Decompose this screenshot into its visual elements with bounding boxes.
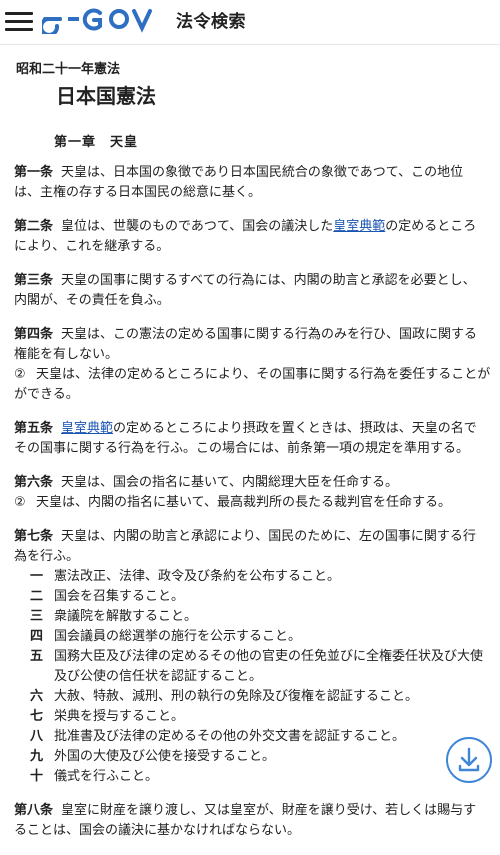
article-text: は、主権の存する日本国民の総意に基く。: [14, 185, 262, 200]
item-text: 国会議員の総選挙の施行を公示すること。: [54, 629, 302, 644]
article-text: 内閣が、その責任を負ふ。: [14, 293, 170, 308]
site-title: 法令検索: [176, 12, 246, 32]
article-number: 第二条: [14, 219, 54, 234]
article-1: 第一条 天皇は、日本国の象徴であり日本国民統合の象徴であつて、この地位 は、主権の…: [14, 163, 494, 203]
article-number: 第三条: [14, 273, 54, 288]
download-icon: [458, 747, 480, 772]
chapter-title: 第一章 天皇: [54, 135, 139, 150]
paragraph-text: 天皇は、法律の定めるところにより、その国事に関する行為を委任することが: [36, 367, 491, 382]
paragraph-text: ができる。: [14, 387, 79, 402]
article-number: 第四条: [14, 327, 54, 342]
article-7: 第七条 天皇は、内閣の助言と承認により、国民のために、左の国事に関する行 為を行ふ…: [14, 527, 494, 787]
article-number: 第五条: [14, 421, 54, 436]
imperial-house-law-link[interactable]: 皇室典範: [333, 219, 385, 234]
item-number: 八: [30, 729, 44, 744]
article-text: 天皇は、内閣の助言と承認により、国民のために、左の国事に関する行: [61, 529, 476, 544]
item-text: 批准書及び法律の定めるその他の外交文書を認証すること。: [54, 729, 406, 744]
hamburger-menu-icon[interactable]: [5, 9, 33, 35]
egov-logo[interactable]: [42, 4, 172, 34]
article-text: により、これを継承する。: [14, 239, 170, 254]
item-text: 国会を召集すること。: [54, 589, 185, 604]
item-number: 四: [30, 629, 44, 644]
item-text-line: 国務大臣及び法律の定めるその他の官吏の任免並びに全権委任状及び大使: [54, 649, 484, 664]
article-text: その国事に関する行為を行ふ。この場合には、前条第一項の規定を準用する。: [14, 441, 470, 456]
article-number: 第六条: [14, 475, 54, 490]
paragraph-2: ② 天皇は、内閣の指名に基いて、最高裁判所の長たる裁判官を任命する。: [14, 493, 494, 513]
article-text: 天皇は、国会の指名に基いて、内閣総理大臣を任命する。: [61, 475, 398, 490]
item-text: 外国の大使及び公使を接受すること。: [54, 749, 276, 764]
paragraph-text: 天皇は、内閣の指名に基いて、最高裁判所の長たる裁判官を任命する。: [36, 495, 451, 510]
article-text: 天皇は、この憲法の定める国事に関する行為のみを行ひ、国政に関する: [61, 327, 478, 342]
item-text: 国務大臣及び法律の定めるその他の官吏の任免並びに全権委任状及び大使 及び公使の信任…: [54, 647, 494, 687]
item-number: 一: [30, 569, 44, 584]
article-2: 第二条 皇位は、世襲のものであつて、国会の議決した皇室典範の定めるところ により、…: [14, 217, 494, 257]
item-number: 六: [30, 689, 44, 704]
item-number: 五: [30, 649, 44, 664]
item-text: 儀式を行ふこと。: [54, 769, 159, 784]
item-number: 七: [30, 709, 44, 724]
article-number: 第七条: [14, 529, 54, 544]
article-4: 第四条 天皇は、この憲法の定める国事に関する行為のみを行ひ、国政に関する 権能を有…: [14, 325, 494, 405]
article-number: 第一条: [14, 165, 54, 180]
paragraph-number: ②: [14, 495, 26, 510]
item-number: 十: [30, 769, 44, 784]
list-item: 七栄典を授与すること。: [30, 707, 494, 727]
item-number: 三: [30, 609, 44, 624]
list-item: 一憲法改正、法律、政令及び条約を公布すること。: [30, 567, 494, 587]
list-item: 六大赦、特赦、減刑、刑の執行の免除及び復権を認証すること。: [30, 687, 494, 707]
article-text: ることは、国会の議決に基かなければならない。: [14, 823, 301, 838]
article-text: の定めるところにより摂政を置くときは、摂政は、天皇の名で: [113, 421, 477, 436]
article-6: 第六条 天皇は、国会の指名に基いて、内閣総理大臣を任命する。 ② 天皇は、内閣の指…: [14, 473, 494, 513]
list-item: 九外国の大使及び公使を接受すること。: [30, 747, 494, 767]
article-text: の定めるところ: [385, 219, 477, 234]
article-text: 為を行ふ。: [14, 549, 80, 564]
law-title: 日本国憲法: [56, 84, 156, 108]
item-text: 衆議院を解散すること。: [54, 609, 198, 624]
article-text: 天皇の国事に関するすべての行為には、内閣の助言と承認を必要とし、: [61, 273, 476, 288]
article-text: 皇位は、世襲のものであつて、国会の議決した: [61, 219, 334, 234]
item-number: 九: [30, 749, 44, 764]
list-item: 十儀式を行ふこと。: [30, 767, 494, 787]
article-3: 第三条 天皇の国事に関するすべての行為には、内閣の助言と承認を必要とし、 内閣が、…: [14, 271, 494, 311]
list-item: 八批准書及び法律の定めるその他の外交文書を認証すること。: [30, 727, 494, 747]
law-era-title: 昭和二十一年憲法: [16, 62, 121, 77]
item-text: 栄典を授与すること。: [54, 709, 185, 724]
article-text: 皇室に財産を譲り渡し、又は皇室が、財産を譲り受け、若しくは賜与す: [61, 803, 477, 818]
list-item: 三衆議院を解散すること。: [30, 607, 494, 627]
article-text: 権能を有しない。: [14, 347, 119, 362]
article-5: 第五条 皇室典範の定めるところにより摂政を置くときは、摂政は、天皇の名で その国事…: [14, 419, 494, 459]
item-text: 憲法改正、法律、政令及び条約を公布すること。: [54, 569, 341, 584]
item-text-line: 及び公使の信任状を認証すること。: [54, 669, 263, 684]
article-number: 第八条: [14, 803, 54, 818]
item-number: 二: [30, 589, 44, 604]
app-header: 法令検索: [0, 0, 500, 45]
list-item: 五国務大臣及び法律の定めるその他の官吏の任免並びに全権委任状及び大使 及び公使の信…: [30, 647, 494, 687]
paragraph-number: ②: [14, 367, 26, 382]
article-text: 天皇は、日本国の象徴であり日本国民統合の象徴であつて、この地位: [61, 165, 464, 180]
law-content: 昭和二十一年憲法 日本国憲法 第一章 天皇 第一条 天皇は、日本国の象徴であり日本…: [14, 58, 494, 855]
list-item: 二国会を召集すること。: [30, 587, 494, 607]
download-button[interactable]: [446, 737, 492, 783]
imperial-house-law-link[interactable]: 皇室典範: [61, 421, 113, 436]
paragraph-2: ② 天皇は、法律の定めるところにより、その国事に関する行為を委任することが: [14, 365, 494, 385]
article-8: 第八条 皇室に財産を譲り渡し、又は皇室が、財産を譲り受け、若しくは賜与す ることは…: [14, 801, 494, 841]
item-text: 大赦、特赦、減刑、刑の執行の免除及び復権を認証すること。: [54, 689, 419, 704]
list-item: 四国会議員の総選挙の施行を公示すること。: [30, 627, 494, 647]
